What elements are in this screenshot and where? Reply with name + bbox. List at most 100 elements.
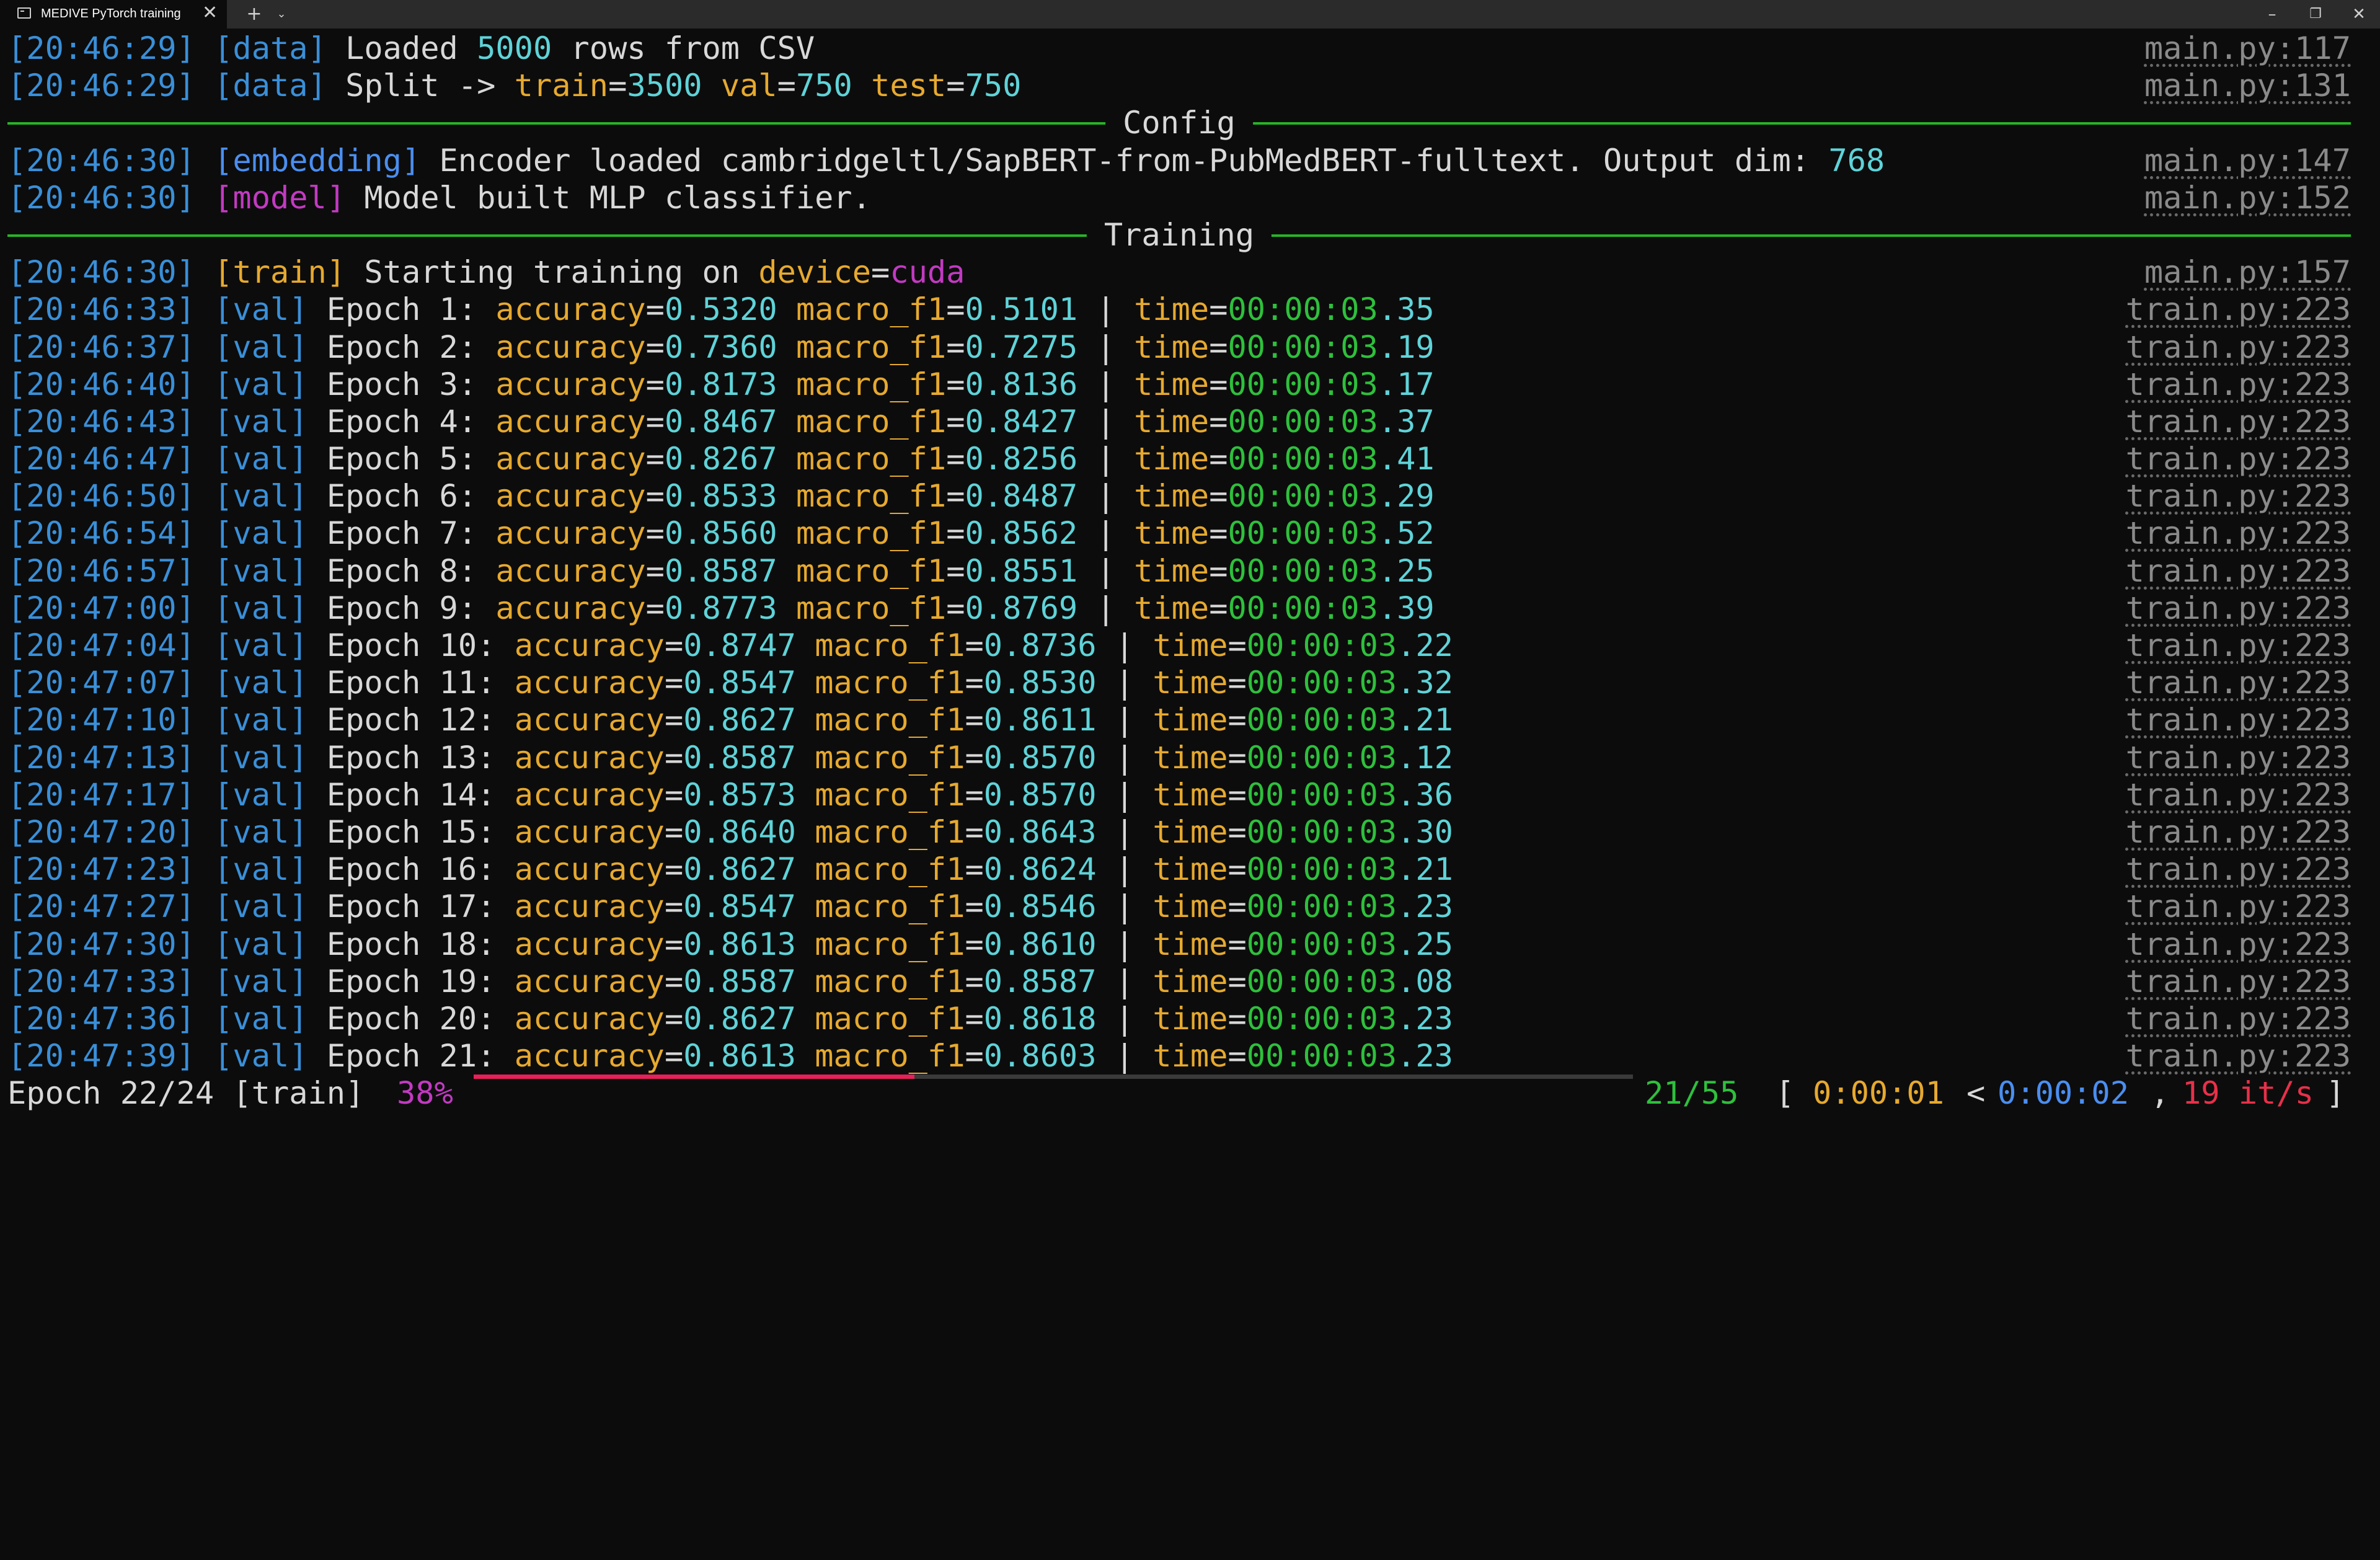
source-link[interactable]: train.py:223	[2126, 329, 2351, 366]
metric-key: accuracy	[495, 291, 646, 328]
epoch-row: [20:47:20] [val] Epoch 15: accuracy=0.86…	[7, 813, 2351, 851]
epoch-number: 12	[439, 701, 477, 738]
epoch-number: 6	[439, 477, 458, 515]
source-link[interactable]: train.py:223	[2126, 477, 2351, 515]
metric-key: time	[1152, 738, 1228, 776]
metric-key: time	[1152, 888, 1228, 925]
source-link[interactable]: train.py:223	[2126, 701, 2351, 738]
source-link[interactable]: train.py:223	[2126, 888, 2351, 925]
new-tab-button[interactable]: +	[243, 0, 265, 29]
epoch-row: [20:46:50] [val] Epoch 6: accuracy=0.853…	[7, 477, 2351, 515]
epoch-number: 2	[439, 328, 458, 365]
epoch-row: [20:47:36] [val] Epoch 20: accuracy=0.86…	[7, 1000, 2351, 1037]
log-text: Epoch	[307, 925, 440, 962]
source-link[interactable]: train.py:223	[2126, 440, 2351, 477]
equals: =	[965, 851, 984, 888]
terminal-tab[interactable]: MEDIVE PyTorch training ✕	[0, 0, 227, 29]
source-link[interactable]: train.py:223	[2126, 926, 2351, 963]
separator: |	[1096, 999, 1153, 1037]
source-link[interactable]: train.py:223	[2126, 1000, 2351, 1037]
source-link[interactable]: train.py:223	[2126, 664, 2351, 701]
epoch-row: [20:46:43] [val] Epoch 4: accuracy=0.846…	[7, 403, 2351, 440]
separator: |	[1077, 365, 1135, 402]
time-fraction: .17	[1378, 365, 1435, 402]
macro-f1-value: 0.8736	[983, 627, 1097, 663]
source-link[interactable]: main.py:152	[2144, 179, 2351, 216]
metric-key: accuracy	[514, 738, 665, 776]
log-text: Starting training on	[345, 254, 759, 291]
time-value: 00:00:03	[1228, 291, 1378, 328]
epoch-row: [20:46:37] [val] Epoch 2: accuracy=0.736…	[7, 329, 2351, 366]
metric-key: time	[1134, 402, 1210, 440]
source-link[interactable]: train.py:223	[2126, 739, 2351, 776]
source-link[interactable]: main.py:157	[2144, 254, 2351, 291]
source-link[interactable]: train.py:223	[2126, 963, 2351, 1000]
progress-bar-fill	[474, 1075, 914, 1079]
log-line: [20:46:29] [data] Split -> train=3500 va…	[7, 67, 2351, 104]
equals: =	[664, 888, 684, 925]
log-text: Epoch	[307, 888, 440, 925]
log-tag: [val]	[214, 589, 308, 626]
source-link[interactable]: main.py:131	[2144, 67, 2351, 104]
source-link[interactable]: train.py:223	[2126, 403, 2351, 440]
time-fraction: .12	[1397, 738, 1453, 776]
source-link[interactable]: train.py:223	[2126, 1037, 2351, 1075]
metric-key: time	[1152, 1037, 1228, 1075]
equals: =	[664, 701, 684, 738]
log-text: :	[458, 552, 496, 589]
source-link[interactable]: train.py:223	[2126, 851, 2351, 888]
equals: =	[946, 365, 965, 402]
accuracy-value: 0.8587	[683, 738, 796, 776]
log-tag: [val]	[214, 291, 308, 328]
source-link[interactable]: train.py:223	[2126, 515, 2351, 552]
source-link[interactable]: train.py:223	[2126, 627, 2351, 664]
log-tag: [val]	[214, 328, 308, 365]
equals: =	[965, 738, 984, 776]
source-link[interactable]: main.py:147	[2144, 142, 2351, 179]
macro-f1-value: 0.5101	[965, 291, 1078, 328]
time-fraction: .21	[1397, 851, 1453, 888]
equals: =	[946, 440, 965, 477]
timestamp: [20:47:36]	[7, 999, 195, 1037]
timestamp: [20:47:00]	[7, 589, 195, 626]
accuracy-value: 0.5320	[664, 291, 777, 328]
log-text: :	[477, 701, 515, 738]
terminal-output[interactable]: [20:46:29] [data] Loaded 5000 rows from …	[7, 30, 2351, 1112]
log-tag: [val]	[214, 776, 308, 813]
equals: =	[1228, 813, 1247, 850]
log-line: [20:46:29] [data] Loaded 5000 rows from …	[7, 30, 2351, 67]
timestamp: [20:46:40]	[7, 365, 195, 402]
metric-key: time	[1152, 776, 1228, 813]
accuracy-value: 0.8467	[664, 402, 777, 440]
tab-close-icon[interactable]: ✕	[202, 2, 218, 24]
equals: =	[965, 962, 984, 999]
source-link[interactable]: train.py:223	[2126, 813, 2351, 851]
chevron-down-icon[interactable]: ⌄	[270, 0, 293, 29]
minimize-button[interactable]: –	[2257, 0, 2288, 29]
equals: =	[664, 776, 684, 813]
source-link[interactable]: train.py:223	[2126, 590, 2351, 627]
separator: |	[1096, 1037, 1153, 1075]
source-link[interactable]: main.py:117	[2144, 30, 2351, 67]
accuracy-value: 0.8547	[683, 888, 796, 925]
timestamp: [20:46:33]	[7, 291, 195, 328]
log-tag: [val]	[214, 999, 308, 1037]
source-link[interactable]: train.py:223	[2126, 552, 2351, 590]
epoch-number: 3	[439, 365, 458, 402]
log-tag: [model]	[214, 179, 346, 216]
source-link[interactable]: train.py:223	[2126, 776, 2351, 813]
log-text: :	[477, 851, 515, 888]
maximize-button[interactable]: ❐	[2300, 0, 2331, 29]
close-window-button[interactable]: ✕	[2343, 0, 2374, 29]
metric-key: time	[1134, 552, 1210, 589]
progress-bar	[474, 1075, 1633, 1079]
metric-key: macro_f1	[777, 477, 947, 515]
timestamp: [20:46:43]	[7, 402, 195, 440]
time-fraction: .22	[1397, 627, 1453, 663]
epoch-row: [20:47:13] [val] Epoch 13: accuracy=0.85…	[7, 739, 2351, 776]
time-fraction: .39	[1378, 589, 1435, 626]
source-link[interactable]: train.py:223	[2126, 291, 2351, 328]
source-link[interactable]: train.py:223	[2126, 366, 2351, 403]
equals: =	[1209, 589, 1228, 626]
metric-key: accuracy	[514, 701, 665, 738]
